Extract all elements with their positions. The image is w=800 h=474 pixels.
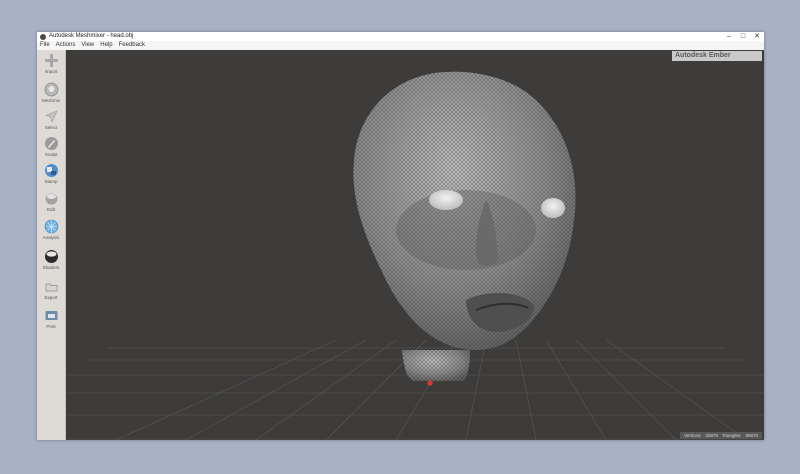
3d-viewport[interactable]: Autodesk Ember Vertices: 32879 Triangles… [66, 50, 764, 440]
menu-view[interactable]: View [78, 41, 97, 50]
autodesk-ember-label: Autodesk Ember [672, 51, 762, 61]
tool-label-select: Select [44, 125, 58, 130]
tool-label-stamp: Stamp [44, 179, 58, 184]
menu-actions[interactable]: Actions [53, 41, 79, 50]
menu-bar: File Actions View Help Feedback [37, 41, 764, 50]
mesh-stats-bar: Vertices: 32879 Triangles: 65670 [680, 432, 762, 439]
tool-label-sculpt: Sculpt [44, 152, 58, 157]
maximize-button[interactable]: □ [736, 32, 750, 41]
window-title: Autodesk Meshmixer - head.obj [49, 33, 134, 39]
right-eye [541, 198, 565, 218]
tool-export[interactable]: Export [39, 279, 63, 305]
app-window: Autodesk Meshmixer - head.obj – □ ✕ File… [37, 32, 764, 440]
menu-help[interactable]: Help [97, 41, 115, 50]
left-eye [429, 190, 463, 210]
analysis-icon [44, 219, 59, 234]
brush-icon [44, 136, 59, 151]
stamp-icon [44, 163, 59, 178]
menu-file[interactable]: File [37, 41, 53, 50]
tool-print[interactable]: Print [39, 308, 63, 334]
tool-analysis[interactable]: Analysis [39, 219, 63, 245]
tool-label-meshmix: Meshmix [41, 98, 60, 103]
app-icon [40, 33, 46, 40]
pivot-point[interactable] [427, 380, 433, 386]
tool-stamp[interactable]: Stamp [39, 163, 63, 189]
select-arrow-icon [44, 109, 59, 124]
title-bar: Autodesk Meshmixer - head.obj – □ ✕ [37, 32, 764, 41]
tool-shaders[interactable]: Shaders [39, 249, 63, 275]
triangles-label: Triangles: [721, 433, 742, 438]
tool-select[interactable]: Select [39, 109, 63, 135]
tool-label-export: Export [44, 295, 58, 300]
tool-label-edit: Edit [47, 207, 55, 212]
menu-feedback[interactable]: Feedback [116, 41, 148, 50]
head-mesh[interactable] [353, 71, 576, 381]
shader-sphere-icon [44, 249, 59, 264]
edit-icon [44, 191, 59, 206]
minimize-button[interactable]: – [722, 32, 736, 41]
print-icon [44, 308, 59, 323]
tool-edit[interactable]: Edit [39, 191, 63, 217]
triangles-count: 65670 [745, 433, 758, 438]
tool-label-print: Print [46, 324, 56, 329]
plus-icon [44, 53, 59, 68]
tool-sidebar: Import Meshmix Select Sculpt Stamp Edit … [37, 50, 66, 440]
tool-label-shaders: Shaders [42, 265, 60, 270]
tool-sculpt[interactable]: Sculpt [39, 136, 63, 162]
tool-label-analysis: Analysis [42, 235, 60, 240]
vertices-label: Vertices: [684, 433, 702, 438]
meshmix-icon [44, 82, 59, 97]
tool-label-import: Import [44, 69, 58, 74]
tool-meshmix[interactable]: Meshmix [39, 82, 63, 108]
vertices-count: 32879 [705, 433, 718, 438]
export-icon [44, 279, 59, 294]
tool-import[interactable]: Import [39, 53, 63, 79]
close-button[interactable]: ✕ [750, 32, 764, 41]
